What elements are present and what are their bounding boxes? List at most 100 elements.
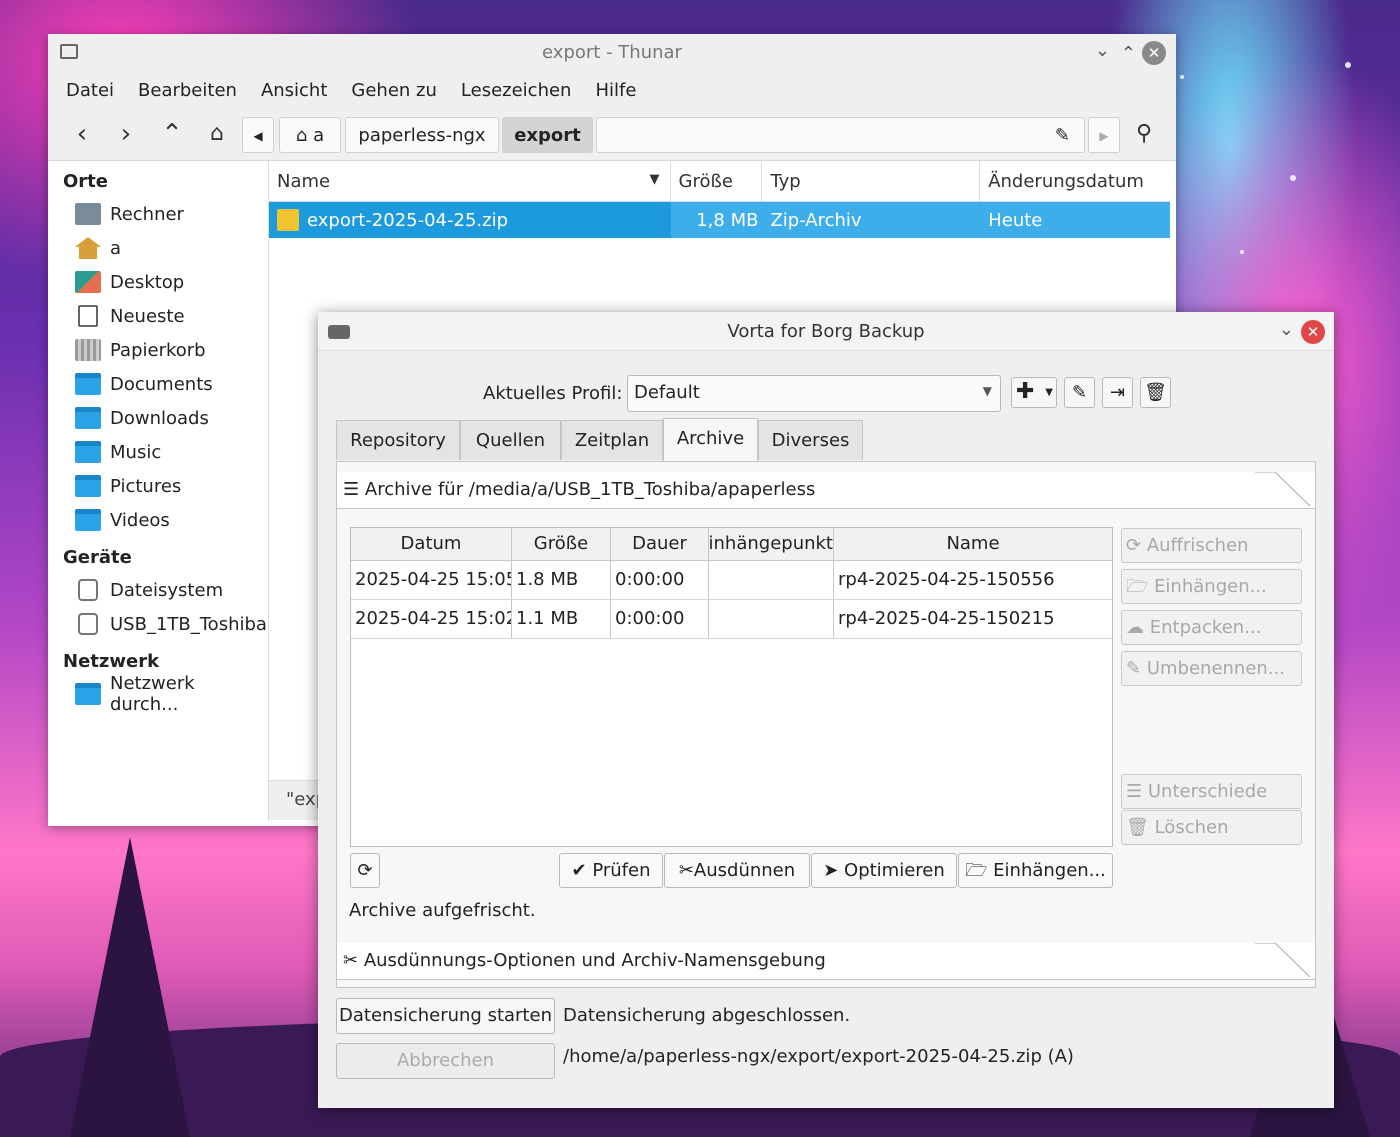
sidebar-item-videos[interactable]: Videos (54, 503, 268, 537)
tab-repository[interactable]: Repository (336, 420, 460, 460)
tab-zeitplan[interactable]: Zeitplan (561, 420, 663, 460)
path-home-label: a (313, 125, 325, 146)
search-icon[interactable]: ⚲ (1128, 118, 1160, 150)
path-scroll-right-button[interactable]: ▶ (1088, 117, 1120, 153)
diff-archive-button[interactable]: ☰ Unterschiede (1121, 774, 1302, 809)
col-datum[interactable]: Datum (351, 528, 512, 560)
cell-groesse: 1.8 MB (512, 561, 611, 599)
home-icon[interactable]: ⌂ (201, 118, 233, 150)
close-icon[interactable]: ✕ (1301, 320, 1325, 344)
maximize-icon[interactable]: ⌃ (1121, 43, 1136, 64)
list-icon: ☰ (1126, 781, 1143, 802)
path-paperless-button[interactable]: paperless-ngx (345, 117, 499, 153)
tab-archive[interactable]: Archive (663, 418, 758, 462)
compact-button[interactable]: ➤ Optimieren (811, 853, 957, 888)
edit-profile-button[interactable]: ✎ (1064, 377, 1095, 408)
table-row[interactable]: 2025-04-25 15:02 1.1 MB 0:00:00 rp4-2025… (351, 600, 1112, 639)
thunar-titlebar: export - Thunar ⌄ ⌃ ✕ (48, 34, 1176, 72)
column-type[interactable]: Typ (762, 161, 981, 201)
path-export-button[interactable]: export (502, 117, 593, 153)
sidebar-item-neueste[interactable]: Neueste (54, 299, 268, 333)
edit-icon: ✎ (1126, 658, 1142, 679)
sidebar-item-desktop[interactable]: Desktop (54, 265, 268, 299)
col-dauer[interactable]: Dauer (611, 528, 709, 560)
progress-path: /home/a/paperless-ngx/export/export-2025… (563, 1046, 1074, 1067)
import-profile-button[interactable]: ⇥ (1102, 377, 1133, 408)
prune-group-label: Ausdünnungs-Optionen und Archiv-Namensge… (363, 950, 826, 971)
sidebar-item-label: USB_1TB_Toshiba (110, 613, 267, 635)
edit-icon: ✎ (1071, 382, 1088, 403)
path-home-button[interactable]: ⌂ a (279, 117, 341, 153)
menu-hilfe[interactable]: Hilfe (583, 80, 648, 101)
sidebar-item-home[interactable]: a (54, 231, 268, 265)
column-size[interactable]: Größe (671, 161, 763, 201)
col-groesse[interactable]: Größe (512, 528, 611, 560)
path-entry[interactable]: ✎ (596, 117, 1085, 153)
sidebar-item-label: Rechner (110, 203, 184, 225)
check-button[interactable]: ✔ Prüfen (559, 853, 663, 888)
cell-name: rp4-2025-04-25-150556 (838, 569, 1055, 590)
tree (70, 837, 190, 1137)
sidebar-item-netzwerk[interactable]: Netzwerk durch... (54, 673, 268, 715)
sidebar-item-papierkorb[interactable]: Papierkorb (54, 333, 268, 367)
group-notch (1255, 472, 1311, 507)
tab-quellen[interactable]: Quellen (460, 420, 561, 460)
prune-label: Ausdünnen (693, 860, 796, 881)
sidebar-item-rechner[interactable]: Rechner (54, 197, 268, 231)
close-icon[interactable]: ✕ (1142, 41, 1166, 65)
vorta-window: Vorta for Borg Backup ⌄ ✕ Aktuelles Prof… (318, 312, 1334, 1108)
import-icon: ⇥ (1109, 382, 1126, 403)
menu-lesezeichen[interactable]: Lesezeichen (449, 80, 584, 101)
profile-select[interactable]: Default ▼ (627, 375, 1001, 412)
sidebar-item-music[interactable]: Music (54, 435, 268, 469)
sidebar-item-label: a (110, 237, 122, 259)
refresh-archive-button[interactable]: ⟳ Auffrischen (1121, 528, 1302, 563)
sidebar-item-documents[interactable]: Documents (54, 367, 268, 401)
sidebar-item-pictures[interactable]: Pictures (54, 469, 268, 503)
sidebar-item-downloads[interactable]: Downloads (54, 401, 268, 435)
file-row[interactable]: export-2025-04-25.zip 1,8 MB Zip-Archiv … (269, 202, 1170, 238)
prune-button[interactable]: ✂Ausdünnen (664, 853, 810, 888)
path-scroll-left-button[interactable]: ◀ (242, 117, 274, 153)
tab-diverses[interactable]: Diverses (758, 420, 863, 460)
archive-group-header[interactable]: ☰ Archive für /media/a/USB_1TB_Toshiba/a… (337, 472, 1315, 509)
trash-icon (75, 339, 101, 361)
sidebar-item-dateisystem[interactable]: Dateisystem (54, 573, 268, 607)
extract-archive-button[interactable]: ☁ Entpacken... (1121, 610, 1302, 645)
add-profile-button[interactable]: ✚ ▼ (1011, 377, 1057, 408)
folder-icon (75, 407, 101, 429)
recent-icon (78, 305, 98, 327)
back-icon[interactable]: ‹ (66, 118, 98, 150)
col-einhaengepunkt[interactable]: Einhängepunkt (709, 528, 834, 560)
menu-datei[interactable]: Datei (54, 80, 126, 101)
prune-group-header[interactable]: ✂ Ausdünnungs-Optionen und Archiv-Namens… (337, 943, 1315, 980)
forward-icon[interactable]: › (110, 118, 142, 150)
cancel-button[interactable]: Abbrechen (336, 1043, 555, 1079)
column-date[interactable]: Änderungsdatum (980, 161, 1170, 201)
delete-archive-button[interactable]: 🗑 Löschen (1121, 810, 1302, 845)
sidebar-item-label: Music (110, 441, 162, 463)
minimize-icon[interactable]: ⌄ (1279, 319, 1294, 340)
up-icon[interactable]: ⌃ (156, 118, 188, 150)
table-row[interactable]: 2025-04-25 15:05 1.8 MB 0:00:00 rp4-2025… (351, 561, 1112, 600)
delete-profile-button[interactable]: 🗑 (1140, 377, 1171, 408)
folder-icon (75, 373, 101, 395)
sidebar-item-label: Papierkorb (110, 339, 206, 361)
menu-gehen-zu[interactable]: Gehen zu (339, 80, 449, 101)
rename-archive-button[interactable]: ✎ Umbenennen... (1121, 651, 1302, 686)
start-backup-button[interactable]: Datensicherung starten (336, 998, 555, 1034)
sidebar-item-usb[interactable]: USB_1TB_Toshiba (54, 607, 268, 641)
chevron-down-icon: ▼ (982, 384, 992, 398)
thunar-sidebar: Orte Rechner a Desktop Neueste Papierkor… (54, 161, 269, 821)
menu-bearbeiten[interactable]: Bearbeiten (126, 80, 249, 101)
sidebar-item-label: Videos (110, 509, 170, 531)
menu-ansicht[interactable]: Ansicht (249, 80, 339, 101)
col-name[interactable]: Name (834, 528, 1112, 560)
mount-archive-button[interactable]: 🗁 Einhängen... (1121, 569, 1302, 604)
refresh-list-button[interactable]: ⟳ (350, 853, 380, 888)
minimize-icon[interactable]: ⌄ (1095, 40, 1110, 61)
cell-einhaengepunkt (709, 600, 834, 638)
mount-button[interactable]: 🗁 Einhängen... (958, 853, 1113, 888)
column-name[interactable]: Name ▼ (269, 161, 671, 201)
edit-icon[interactable]: ✎ (1055, 125, 1070, 146)
